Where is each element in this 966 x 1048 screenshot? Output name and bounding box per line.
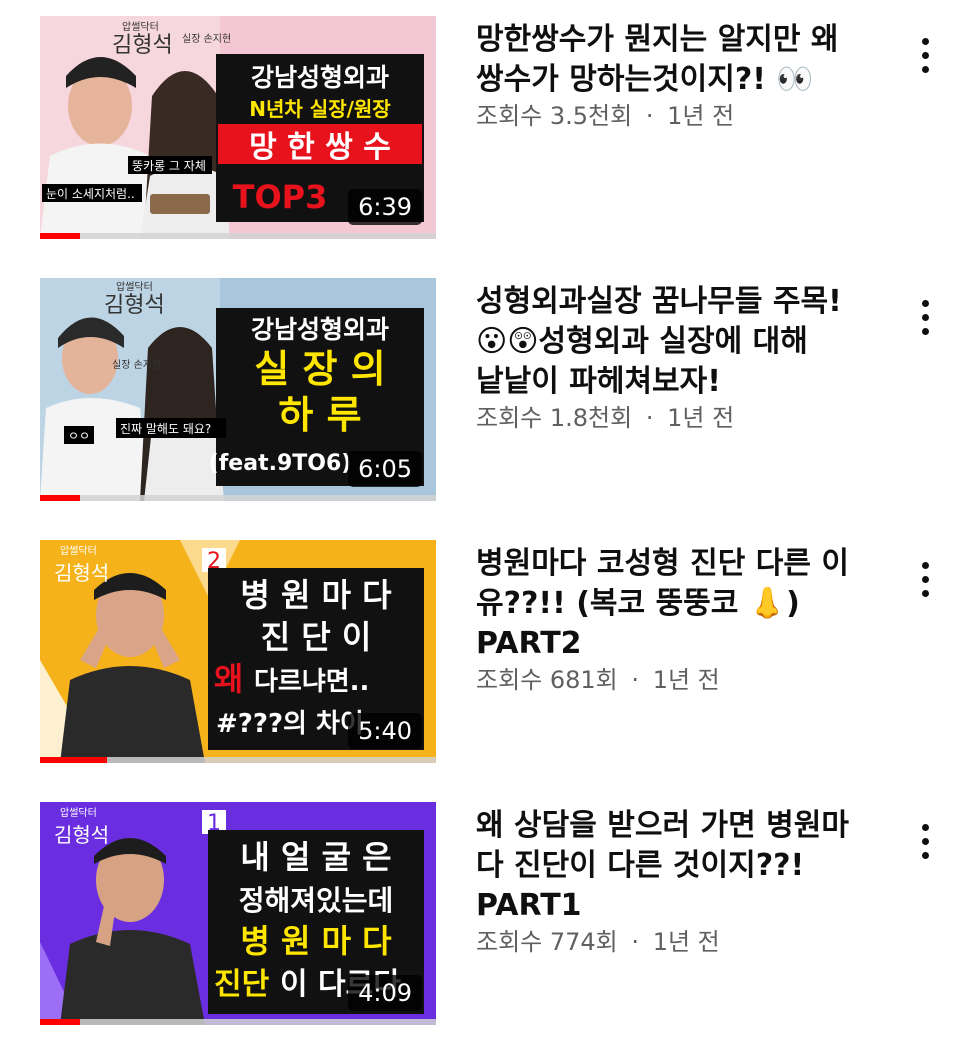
video-item[interactable]: 김형석 압썰닥터 1 내 얼 굴 은 정해져있는데 병 원 마 다 진단 이 다… [0,802,966,1027]
video-item[interactable]: 김형석 압썰닥터 실장 손지현 강남성형외과 실 장 의 하 루 (feat.9… [0,278,966,503]
more-vertical-icon[interactable] [904,552,948,612]
thumb-line-3: 망 한 쌍 수 [249,130,391,165]
upload-age: 1년 전 [667,102,735,130]
thumb-handwriting-small: 압썰닥터 [122,20,159,33]
watch-progress-track [40,233,436,239]
thumb-handwriting: 김형석 [54,823,109,847]
meta-separator: · [645,404,654,432]
video-meta: 조회수 681회 · 1년 전 [476,664,886,696]
thumb-line-1: 내 얼 굴 은 [240,838,391,876]
watch-progress-track [40,757,436,763]
meta-separator: · [645,102,654,130]
thumb-line-2: N년차 실장/원장 [249,97,391,121]
thumb-line-4: #???의 차이 [216,709,364,739]
video-item[interactable]: 김형석 압썰닥터 실장 손지현 강남성형외과 N년차 실장/원장 망 한 쌍 수… [0,16,966,241]
thumb-handwriting-side: 실장 손지현 [112,359,161,371]
video-thumbnail[interactable]: 김형석 압썰닥터 2 병 원 마 다 진 단 이 왜 다르냐면.. #???의 … [40,540,436,763]
thumb-line-1: 강남성형외과 [251,63,389,92]
thumb-caption-left: 눈이 소세지처럼.. [46,187,135,201]
upload-age: 1년 전 [652,928,720,956]
watch-progress-fill [40,233,80,239]
more-vertical-icon[interactable] [904,290,948,350]
video-title[interactable]: 병원마다 코성형 진단 다른 이 유??!! (복코 뚱뚱코 👃) PART2 [476,544,886,664]
watch-progress-fill [40,757,108,763]
view-count: 조회수 681회 [476,666,618,694]
upload-age: 1년 전 [652,666,720,694]
video-info: 성형외과실장 꿈나무들 주목! 😮😲성형외과 실장에 대해 낱낱이 파헤쳐보자!… [476,282,886,434]
thumb-line-2: 정해져있는데 [239,884,394,917]
thumb-line-4-accent: 진단 [214,967,270,1002]
video-info: 왜 상담을 받으러 가면 병원마 다 진단이 다른 것이지??! PART1 조… [476,806,886,958]
view-count: 조회수 774회 [476,928,618,956]
thumb-handwriting: 김형석 [54,561,109,585]
meta-separator: · [631,666,640,694]
thumb-line-4: TOP3 [233,178,328,216]
video-info: 망한쌍수가 뭔지는 알지만 왜 쌍수가 망하는것이지?! 👀 조회수 3.5천회… [476,20,886,132]
thumb-handwriting-side: 실장 손지현 [182,33,231,45]
meta-separator: · [631,928,640,956]
watch-progress-fill [40,1019,80,1025]
video-meta: 조회수 3.5천회 · 1년 전 [476,100,886,132]
thumb-line-1: 강남성형외과 [251,315,389,344]
video-duration: 5:40 [348,713,422,749]
more-vertical-icon[interactable] [904,814,948,874]
thumb-line-3: 병 원 마 다 [240,922,392,960]
thumb-handwriting-small: 압썰닥터 [60,544,97,557]
video-title[interactable]: 망한쌍수가 뭔지는 알지만 왜 쌍수가 망하는것이지?! 👀 [476,20,886,100]
more-vertical-icon[interactable] [904,28,948,88]
video-info: 병원마다 코성형 진단 다른 이 유??!! (복코 뚱뚱코 👃) PART2 … [476,544,886,696]
thumb-line-2: 진 단 이 [261,618,372,656]
video-duration: 4:09 [348,975,422,1011]
video-duration: 6:05 [348,451,422,487]
watch-progress-track [40,495,436,501]
view-count: 조회수 1.8천회 [476,404,633,432]
view-count: 조회수 3.5천회 [476,102,633,130]
video-item[interactable]: 김형석 압썰닥터 2 병 원 마 다 진 단 이 왜 다르냐면.. #???의 … [0,540,966,765]
thumb-line-3-rest: 다르냐면.. [254,667,369,697]
thumb-handwriting-small: 압썰닥터 [60,806,97,819]
thumb-line-1: 병 원 마 다 [240,576,392,614]
video-duration: 6:39 [348,189,422,225]
video-thumbnail[interactable]: 김형석 압썰닥터 실장 손지현 강남성형외과 N년차 실장/원장 망 한 쌍 수… [40,16,436,239]
thumb-line-3-accent: 왜 [214,660,243,698]
watch-progress-fill [40,495,80,501]
thumb-handwriting: 김형석 [112,33,173,58]
thumb-line-2: 실 장 의 [254,347,385,391]
thumb-handwriting: 김형석 [104,293,165,318]
watch-progress-track [40,1019,436,1025]
video-meta: 조회수 1.8천회 · 1년 전 [476,402,886,434]
thumb-line-3: 하 루 [278,393,361,437]
video-thumbnail[interactable]: 김형석 압썰닥터 1 내 얼 굴 은 정해져있는데 병 원 마 다 진단 이 다… [40,802,436,1025]
video-meta: 조회수 774회 · 1년 전 [476,926,886,958]
video-title[interactable]: 성형외과실장 꿈나무들 주목! 😮😲성형외과 실장에 대해 낱낱이 파헤쳐보자! [476,282,886,402]
thumb-caption-right: 진짜 말해도 돼요? [120,422,211,436]
thumb-caption-right: 뚱카롱 그 자체 [132,159,206,173]
thumb-caption-left: ㅇㅇ [68,429,90,443]
upload-age: 1년 전 [667,404,735,432]
video-title[interactable]: 왜 상담을 받으러 가면 병원마 다 진단이 다른 것이지??! PART1 [476,806,886,926]
video-thumbnail[interactable]: 김형석 압썰닥터 실장 손지현 강남성형외과 실 장 의 하 루 (feat.9… [40,278,436,501]
thumb-line-4: (feat.9TO6) [209,451,352,476]
thumb-handwriting-small: 압썰닥터 [116,280,153,293]
